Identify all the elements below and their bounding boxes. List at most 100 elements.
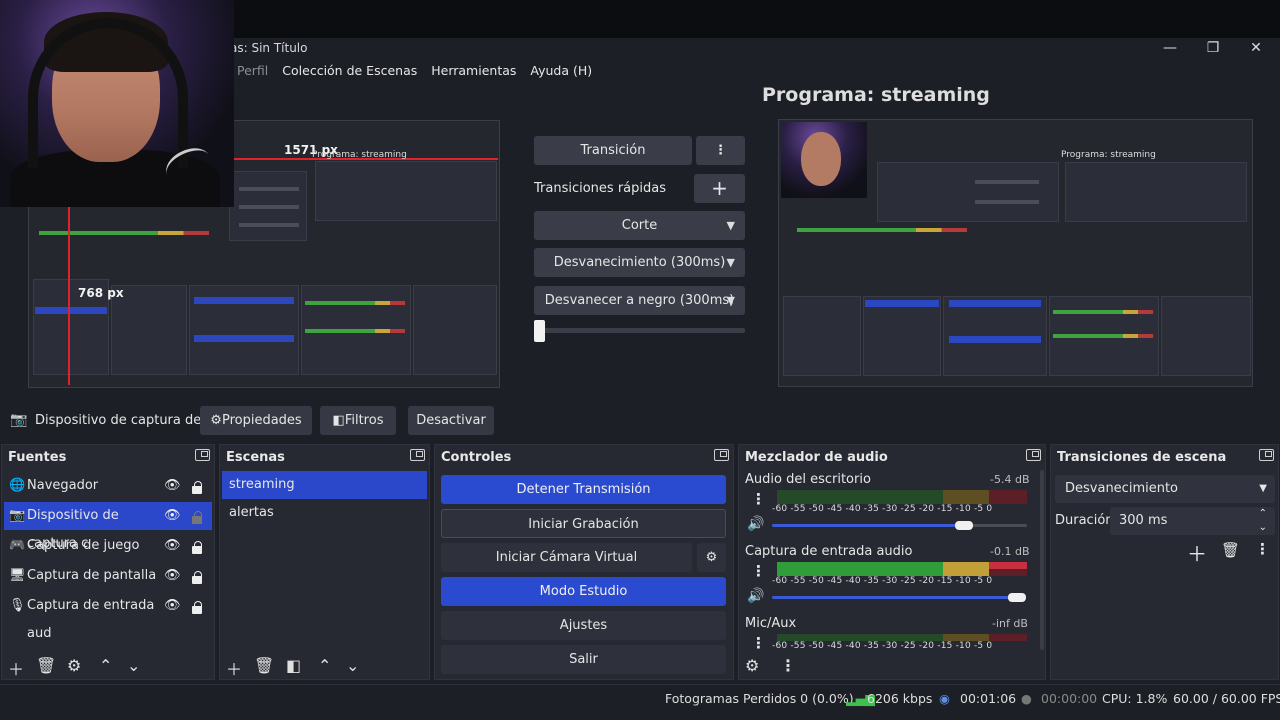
settings-button[interactable]: Ajustes (441, 611, 726, 640)
lock-icon[interactable] (192, 541, 202, 554)
volume-slider-handle[interactable] (955, 521, 973, 530)
mixer-channel-level: -5.4 dB (990, 473, 1030, 486)
source-item-game-capture[interactable]: 🎮 Captura de juego 👁 (4, 532, 212, 560)
scene-item-alertas[interactable]: alertas (222, 499, 427, 527)
lock-icon[interactable] (192, 571, 202, 584)
source-item-label: Captura de entrada aud (27, 598, 155, 641)
start-virtual-camera-button[interactable]: Iniciar Cámara Virtual (441, 543, 692, 572)
scene-item-streaming[interactable]: streaming (222, 471, 427, 499)
webcam-overlay (0, 0, 234, 207)
mixer-menu-icon[interactable]: ⋮ (751, 562, 766, 580)
undock-icon[interactable] (410, 449, 425, 461)
mixer-settings-icon[interactable]: ⚙ (745, 656, 759, 675)
program-mini-line (975, 180, 1039, 184)
meter-red (989, 569, 1027, 576)
menu-scene-collection[interactable]: Colección de Escenas (275, 60, 424, 82)
start-recording-button[interactable]: Iniciar Grabación (441, 509, 726, 538)
remove-source-icon[interactable]: 🗑 (36, 656, 56, 675)
quick-transitions-label: Transiciones rápidas (534, 181, 666, 196)
source-item-audio-input[interactable]: 🎙 Captura de entrada aud 👁 (4, 592, 212, 641)
mixer-options-icon[interactable]: ⋮ (780, 656, 796, 675)
menu-tools[interactable]: Herramientas (424, 60, 523, 82)
quick-transition-fade-black[interactable]: Desvanecer a negro (300ms) ▼ (534, 286, 745, 315)
source-properties-icon[interactable]: ⚙ (67, 656, 81, 675)
undock-icon[interactable] (195, 449, 210, 461)
tbar-track[interactable] (534, 328, 745, 333)
source-item-browser[interactable]: 🌐 Navegador 👁 (4, 472, 212, 500)
add-scene-icon[interactable]: ＋ (226, 656, 242, 680)
eye-icon[interactable]: 👁 (164, 592, 181, 620)
scene-filters-icon[interactable]: ◧ (286, 656, 301, 675)
duration-value: 300 ms (1119, 513, 1168, 528)
quick-transition-fade-black-label: Desvanecer a negro (300ms) (544, 293, 735, 308)
preview-mini-button (194, 335, 294, 342)
restore-button[interactable]: ❐ (1198, 38, 1228, 58)
move-down-icon[interactable]: ⌄ (127, 656, 140, 675)
source-item-screen-capture[interactable]: 🖥 Captura de pantalla 👁 (4, 562, 212, 590)
preview-ruler-vertical (68, 207, 70, 385)
mixer-menu-icon[interactable]: ⋮ (751, 490, 766, 508)
add-source-icon[interactable]: ＋ (8, 656, 24, 680)
undock-icon[interactable] (714, 449, 729, 461)
speaker-icon[interactable]: 🔊 (747, 516, 764, 532)
eye-icon[interactable]: 👁 (164, 472, 181, 500)
lock-icon[interactable] (192, 481, 202, 494)
studio-mode-button[interactable]: Modo Estudio (441, 577, 726, 606)
lock-icon[interactable] (192, 511, 202, 524)
transition-button[interactable]: Transición (534, 136, 692, 165)
program-mini-line (975, 200, 1039, 204)
quick-transition-cut[interactable]: Corte ▼ (534, 211, 745, 240)
tbar-handle[interactable] (534, 320, 545, 342)
mixer-menu-icon[interactable]: ⋮ (751, 634, 766, 652)
speaker-icon[interactable]: 🔊 (747, 588, 764, 604)
eye-icon[interactable]: 👁 (164, 532, 181, 560)
program-nested-transitions (1161, 296, 1251, 376)
move-up-icon[interactable]: ⌃ (99, 656, 112, 675)
move-down-icon[interactable]: ⌄ (346, 656, 359, 675)
source-item-label: Captura de juego (27, 538, 140, 553)
source-item-video-capture[interactable]: 📷 Dispositivo de captura c 👁 (4, 502, 212, 551)
filters-button[interactable]: ◧Filtros (320, 406, 396, 435)
program-mini-meter (797, 228, 967, 232)
mixer-scrollbar[interactable] (1040, 470, 1044, 650)
program-nested-preview-left (877, 162, 1059, 222)
add-quick-transition-button[interactable]: + (694, 174, 745, 203)
quick-transition-fade[interactable]: Desvanecimiento (300ms) ▼ (534, 248, 745, 277)
add-transition-icon[interactable]: ＋ (1187, 538, 1207, 567)
undock-icon[interactable] (1259, 449, 1274, 461)
deactivate-button[interactable]: Desactivar (408, 406, 494, 435)
mixer-channel-level: -0.1 dB (990, 545, 1030, 558)
meter-green (777, 490, 943, 497)
duration-spinbox[interactable]: 300 ms ⌃ ⌄ (1110, 507, 1275, 535)
undock-icon[interactable] (1026, 449, 1041, 461)
volume-slider[interactable] (772, 524, 964, 527)
program-nested-label: Programa: streaming (1061, 150, 1156, 160)
eye-icon[interactable]: 👁 (164, 562, 181, 590)
transition-options-icon[interactable]: ⋮ (1255, 540, 1270, 558)
minimize-button[interactable]: — (1155, 38, 1185, 58)
eye-icon[interactable]: 👁 (164, 502, 181, 530)
menu-profile[interactable]: Perfil (230, 60, 275, 82)
filter-icon: ◧ (332, 413, 345, 428)
meter-scale: -60 -55 -50 -45 -40 -35 -30 -25 -20 -15 … (772, 576, 993, 586)
volume-slider[interactable] (772, 596, 1018, 599)
lock-icon[interactable] (192, 601, 202, 614)
close-button[interactable]: ✕ (1241, 38, 1271, 58)
remove-transition-icon[interactable]: 🗑 (1221, 541, 1240, 559)
volume-slider-handle[interactable] (1008, 593, 1026, 602)
remove-scene-icon[interactable]: 🗑 (254, 656, 274, 675)
menu-bar: Perfil Colección de Escenas Herramientas… (230, 60, 599, 82)
exit-button[interactable]: Salir (441, 645, 726, 674)
preview-mini-button (194, 297, 294, 304)
transition-select[interactable]: Desvanecimiento ▼ (1055, 475, 1275, 503)
preview-mini-line (239, 223, 299, 227)
spin-down-icon[interactable]: ⌄ (1259, 514, 1267, 542)
stop-streaming-button[interactable]: Detener Transmisión (441, 475, 726, 504)
move-up-icon[interactable]: ⌃ (318, 656, 331, 675)
meter-yellow (943, 569, 989, 576)
properties-button[interactable]: ⚙Propiedades (200, 406, 312, 435)
virtual-camera-settings-icon[interactable]: ⚙ (697, 543, 726, 572)
menu-help[interactable]: Ayuda (H) (523, 60, 599, 82)
transition-menu-button[interactable]: ⋮ (696, 136, 745, 165)
meter-red (989, 634, 1027, 641)
